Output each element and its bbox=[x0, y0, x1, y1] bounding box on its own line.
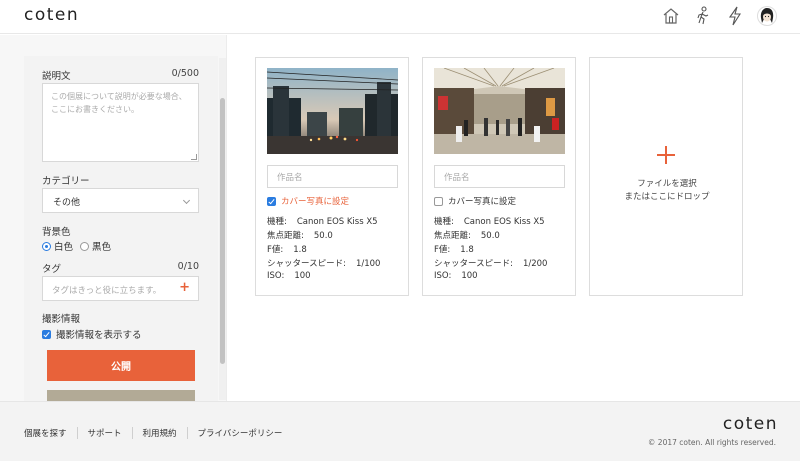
show-photo-info-row[interactable]: 撮影情報を表示する bbox=[42, 327, 142, 341]
lightning-icon[interactable] bbox=[724, 5, 746, 27]
exif-camera: 機種: Canon EOS Kiss X5 bbox=[434, 217, 545, 227]
radio-white-label: 白色 bbox=[54, 242, 74, 253]
tag-label: タグ bbox=[42, 264, 62, 275]
plus-icon bbox=[657, 146, 675, 164]
sidebar-scrollbar-thumb[interactable] bbox=[220, 98, 225, 364]
logo[interactable]: coten bbox=[24, 5, 79, 25]
exif-aperture: F値: 1.8 bbox=[434, 245, 474, 255]
add-tag-plus-icon[interactable]: + bbox=[179, 280, 190, 295]
description-count: 0/500 bbox=[171, 68, 199, 79]
footer-links: 個展を探す サポート 利用規約 プライバシーポリシー bbox=[24, 427, 292, 439]
description-textarea[interactable]: この個展について説明が必要な場合、ここにお書きください。 bbox=[42, 83, 199, 162]
cover-photo-option[interactable]: カバー写真に設定 bbox=[267, 195, 349, 207]
cover-photo-checkbox[interactable] bbox=[267, 196, 276, 206]
radio-black-label: 黒色 bbox=[92, 242, 112, 253]
upload-instructions: ファイルを選択 またはここにドロップ bbox=[590, 178, 744, 204]
home-icon[interactable] bbox=[660, 5, 682, 27]
background-color-label: 背景色 bbox=[42, 227, 71, 238]
exif-iso: ISO: 100 bbox=[434, 271, 478, 281]
category-select[interactable]: その他 bbox=[42, 188, 199, 213]
photo-thumbnail-shopping-arcade[interactable] bbox=[434, 68, 565, 154]
footer-link-terms[interactable]: 利用規約 bbox=[131, 427, 187, 439]
chevron-down-icon bbox=[182, 196, 191, 205]
exhibition-settings-panel: 説明文 0/500 この個展について説明が必要な場合、ここにお書きください。 カ… bbox=[24, 56, 218, 401]
radio-white[interactable] bbox=[42, 241, 51, 251]
exif-shutter-speed: シャッタースピード: 1/200 bbox=[434, 259, 548, 269]
background-color-options: 白色 黒色 bbox=[42, 239, 111, 253]
photo-card: 作品名 カバー写真に設定 機種: Canon EOS Kiss X5 焦点距離: 5… bbox=[255, 57, 409, 296]
exif-focal-length: 焦点距離: 50.0 bbox=[267, 231, 333, 241]
tag-placeholder: タグはきっと役に立ちます。 bbox=[52, 286, 162, 296]
site-header: coten bbox=[0, 0, 800, 34]
footer-link-privacy[interactable]: プライバシーポリシー bbox=[186, 427, 293, 439]
exif-iso: ISO: 100 bbox=[267, 271, 311, 281]
exif-aperture: F値: 1.8 bbox=[267, 245, 307, 255]
footer-link-support[interactable]: サポート bbox=[76, 427, 132, 439]
artwork-name-placeholder: 作品名 bbox=[444, 173, 470, 183]
artwork-name-placeholder: 作品名 bbox=[277, 173, 303, 183]
secondary-button[interactable] bbox=[47, 390, 195, 401]
tag-count: 0/10 bbox=[177, 261, 199, 272]
publish-button[interactable]: 公開 bbox=[47, 350, 195, 381]
artwork-name-input[interactable]: 作品名 bbox=[434, 165, 565, 188]
exif-focal-length: 焦点距離: 50.0 bbox=[434, 231, 500, 241]
cover-photo-checkbox[interactable] bbox=[434, 196, 443, 206]
upload-select-file-text: ファイルを選択 bbox=[637, 179, 697, 189]
tag-input[interactable]: タグはきっと役に立ちます。 + bbox=[42, 276, 199, 301]
radio-black[interactable] bbox=[80, 241, 90, 251]
cover-photo-label: カバー写真に設定 bbox=[448, 197, 517, 207]
description-placeholder: この個展について説明が必要な場合、ここにお書きください。 bbox=[51, 92, 187, 114]
resize-handle-icon[interactable] bbox=[191, 154, 197, 160]
cover-photo-label: カバー写真に設定 bbox=[281, 197, 350, 207]
artwork-name-input[interactable]: 作品名 bbox=[267, 165, 398, 188]
site-footer: 個展を探す サポート 利用規約 プライバシーポリシー coten © 2017 … bbox=[0, 401, 800, 461]
photo-thumbnail-street-dusk[interactable] bbox=[267, 68, 398, 154]
walking-person-icon[interactable] bbox=[692, 5, 714, 27]
show-photo-info-label: 撮影情報を表示する bbox=[56, 330, 142, 341]
footer-logo[interactable]: coten bbox=[723, 414, 778, 434]
cover-photo-option[interactable]: カバー写真に設定 bbox=[434, 195, 516, 207]
header-nav bbox=[660, 5, 778, 27]
user-avatar-icon[interactable] bbox=[756, 5, 778, 27]
category-value: その他 bbox=[53, 198, 81, 208]
footer-link-find-exhibitions[interactable]: 個展を探す bbox=[24, 427, 77, 439]
upload-drop-text: またはここにドロップ bbox=[624, 192, 710, 202]
exif-shutter-speed: シャッタースピード: 1/100 bbox=[267, 259, 381, 269]
description-label: 説明文 bbox=[42, 71, 71, 82]
file-upload-dropzone[interactable]: ファイルを選択 またはここにドロップ bbox=[589, 57, 743, 296]
photo-card: 作品名 カバー写真に設定 機種: Canon EOS Kiss X5 焦点距離: 5… bbox=[422, 57, 576, 296]
photo-info-label: 撮影情報 bbox=[42, 314, 81, 325]
exif-camera: 機種: Canon EOS Kiss X5 bbox=[267, 217, 378, 227]
copyright: © 2017 coten. All rights reserved. bbox=[647, 438, 776, 447]
show-photo-info-checkbox[interactable] bbox=[42, 329, 51, 339]
category-label: カテゴリー bbox=[42, 176, 90, 187]
